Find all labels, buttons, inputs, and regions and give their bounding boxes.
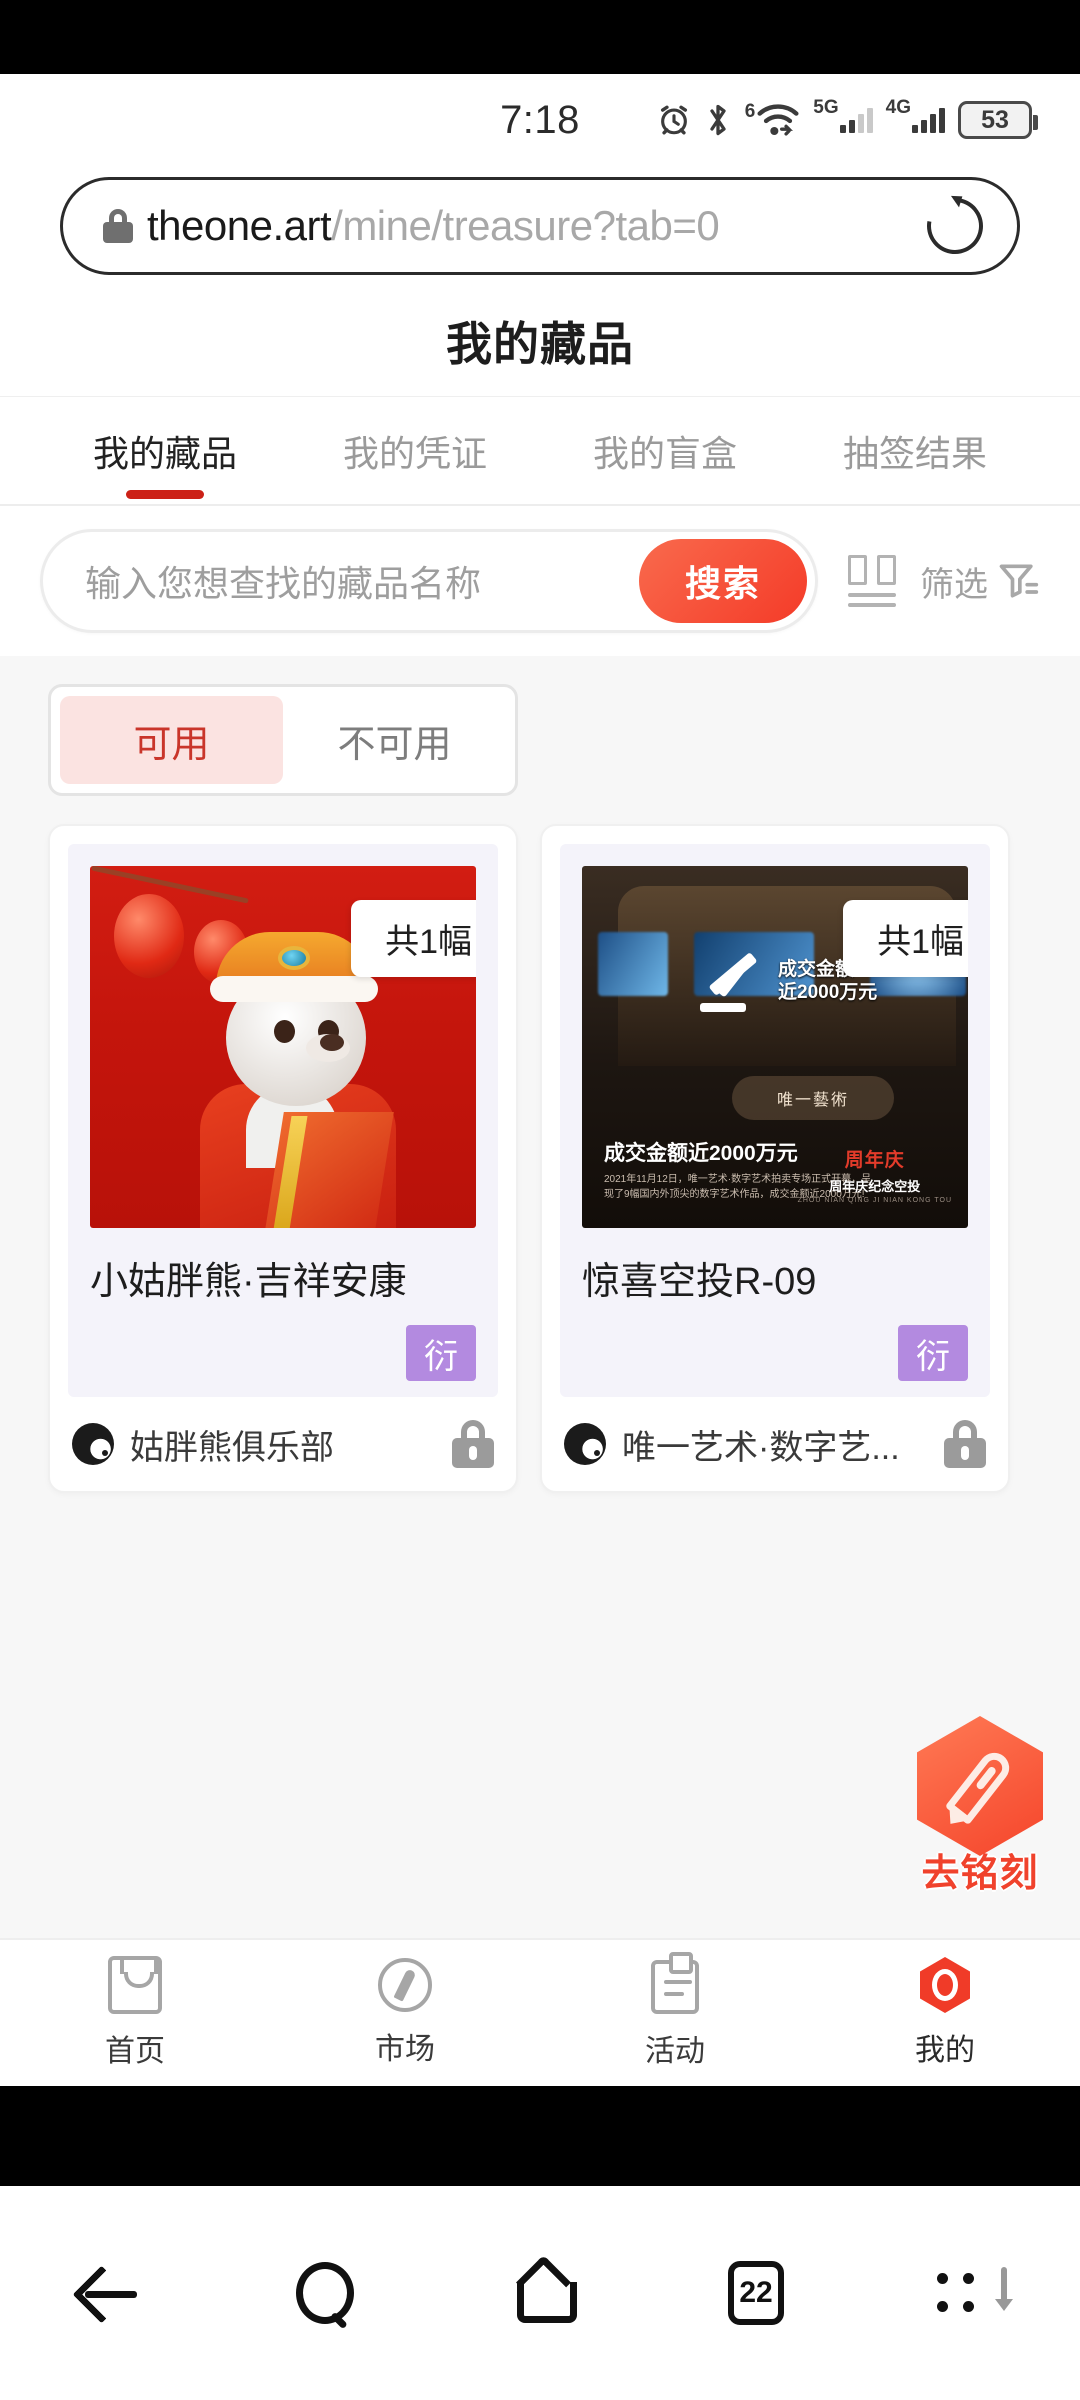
tab-my-blindbox[interactable]: 我的盲盒 [540,397,790,505]
phone-screen: 7:18 6 5G 4G 53 theone.art/mine/treasure… [0,0,1080,2400]
back-arrow-icon [79,2264,137,2322]
segmented-control: 可用 不可用 [48,684,518,796]
alarm-icon [657,103,691,137]
url-path: /mine/treasure?tab=0 [331,202,720,249]
system-nav-bar: 22 [0,2186,1080,2400]
card-frame: 共1幅 小姑胖熊·吉祥安康 衍 [68,844,498,1397]
card-title: 小姑胖熊·吉祥安康 [90,1261,407,1303]
battery-icon: 53 [958,101,1038,139]
poster-logo-white: 周年庆纪念空投 [829,1179,921,1194]
nav-item-mine[interactable]: 我的 [810,1957,1080,2069]
nav-item-market[interactable]: 市场 [270,1958,540,2068]
tabs-count-icon: 22 [728,2261,784,2325]
count-badge: 共1幅 [843,900,968,977]
nav-label: 市场 [375,2033,435,2066]
tab-my-vouchers[interactable]: 我的凭证 [290,397,540,505]
pen-engrave-icon[interactable] [917,1716,1043,1856]
compass-icon [378,1958,432,2012]
lock-icon [452,1420,494,1468]
hexagon-profile-icon [920,1957,970,2013]
signal-4g-icon: 4G [886,98,945,133]
poster-caption-title: 成交金额近2000万元 [604,1142,798,1165]
url-bar[interactable]: theone.art/mine/treasure?tab=0 [60,177,1020,275]
avatar [564,1423,606,1465]
tab-lottery-results[interactable]: 抽签结果 [790,397,1040,505]
web-page-content: 我的藏品 我的藏品 我的凭证 我的盲盒 抽签结果 输入您想查找的藏品名称 搜索 … [0,286,1080,2086]
engrave-fab[interactable]: 去铭刻 [914,1716,1046,1897]
card-thumbnail: 共1幅 [90,866,476,1228]
system-tabs-button[interactable]: 22 [648,2186,864,2400]
funnel-icon [996,559,1040,603]
card-frame: 成交金额 近2000万元 唯一藝術 成交金额近2000万元 2021年11月12… [560,844,990,1397]
tab-label: 我的藏品 [92,432,237,474]
tab-label: 我的盲盒 [592,432,737,474]
segment-available[interactable]: 可用 [60,696,283,784]
search-row: 输入您想查找的藏品名称 搜索 筛选 [0,506,1080,656]
availability-filter: 可用 不可用 [0,656,1080,796]
card-tag-row: 衍 [582,1325,968,1381]
app-bottom-nav: 首页 市场 活动 我的 [0,1938,1080,2086]
collection-card[interactable]: 共1幅 小姑胖熊·吉祥安康 衍 姑胖熊俱乐部 [48,824,518,1493]
nav-label: 活动 [645,2035,705,2068]
publisher-name: 姑胖熊俱乐部 [130,1428,334,1467]
home-icon [509,2263,577,2323]
card-footer: 姑胖熊俱乐部 [68,1397,498,1491]
collection-card[interactable]: 成交金额 近2000万元 唯一藝術 成交金额近2000万元 2021年11月12… [540,824,1010,1493]
derivative-tag: 衍 [898,1325,968,1381]
nav-label: 我的 [915,2034,975,2067]
lock-icon [103,209,133,243]
card-footer: 唯一艺术·数字艺... [560,1397,990,1491]
poster-headline-line2: 近2000万元 [778,982,878,1004]
poster-plate: 唯一藝術 [732,1076,894,1120]
system-home-button[interactable] [432,2186,648,2400]
clipboard-icon [651,1952,699,2014]
system-search-button[interactable] [216,2186,432,2400]
system-back-button[interactable] [0,2186,216,2400]
url-text: theone.art/mine/treasure?tab=0 [147,202,927,250]
more-menu-icon [937,2263,1013,2323]
wifi-6-icon: 6 [745,102,801,137]
tab-label: 我的凭证 [342,432,487,474]
nav-label: 首页 [105,2035,165,2068]
card-title: 惊喜空投R-09 [582,1261,817,1303]
search-button[interactable]: 搜索 [639,539,807,623]
card-thumbnail: 成交金额 近2000万元 唯一藝術 成交金额近2000万元 2021年11月12… [582,866,968,1228]
url-host: theone.art [147,202,332,249]
poster-logo: 周年庆 周年庆纪念空投 ZHOU NIAN QING JI NIAN KONG … [798,1145,952,1204]
avatar [72,1423,114,1465]
derivative-tag: 衍 [406,1325,476,1381]
publisher-name: 唯一艺术·数字艺... [622,1428,900,1467]
search-placeholder: 输入您想查找的藏品名称 [85,563,482,604]
filter-button[interactable]: 筛选 [920,557,1040,606]
tab-my-collection[interactable]: 我的藏品 [40,397,290,505]
system-menu-button[interactable] [864,2186,1080,2400]
segment-unavailable[interactable]: 不可用 [283,696,506,784]
lock-icon [944,1420,986,1468]
reload-icon[interactable] [916,187,994,265]
search-icon [296,2262,354,2324]
browser-url-bar-area: theone.art/mine/treasure?tab=0 [0,166,1080,286]
poster-logo-red: 周年庆 [844,1150,905,1171]
collection-grid: 共1幅 小姑胖熊·吉祥安康 衍 姑胖熊俱乐部 成交金额 近2000万元 唯一藝術… [0,796,1080,1493]
grid-layout-icon[interactable] [848,555,896,607]
nav-item-home[interactable]: 首页 [0,1956,270,2070]
nav-item-activity[interactable]: 活动 [540,1952,810,2070]
page-header: 我的藏品 [0,286,1080,396]
status-bar: 7:18 6 5G 4G 53 [0,74,1080,166]
gavel-icon [700,952,774,1014]
signal-5g-icon: 5G [813,98,873,133]
page-title: 我的藏品 [446,318,634,370]
status-icons: 6 5G 4G 53 [657,98,1038,139]
bluetooth-icon [704,102,732,138]
tab-label: 抽签结果 [842,432,987,474]
tab-bar: 我的藏品 我的凭证 我的盲盒 抽签结果 [0,396,1080,504]
poster-logo-pinyin: ZHOU NIAN QING JI NIAN KONG TOU [797,1197,952,1204]
search-input[interactable]: 输入您想查找的藏品名称 搜索 [40,529,818,633]
card-tag-row: 衍 [90,1325,476,1381]
count-badge: 共1幅 [351,900,476,977]
bag-icon [108,1956,162,2014]
filter-label: 筛选 [920,565,988,604]
